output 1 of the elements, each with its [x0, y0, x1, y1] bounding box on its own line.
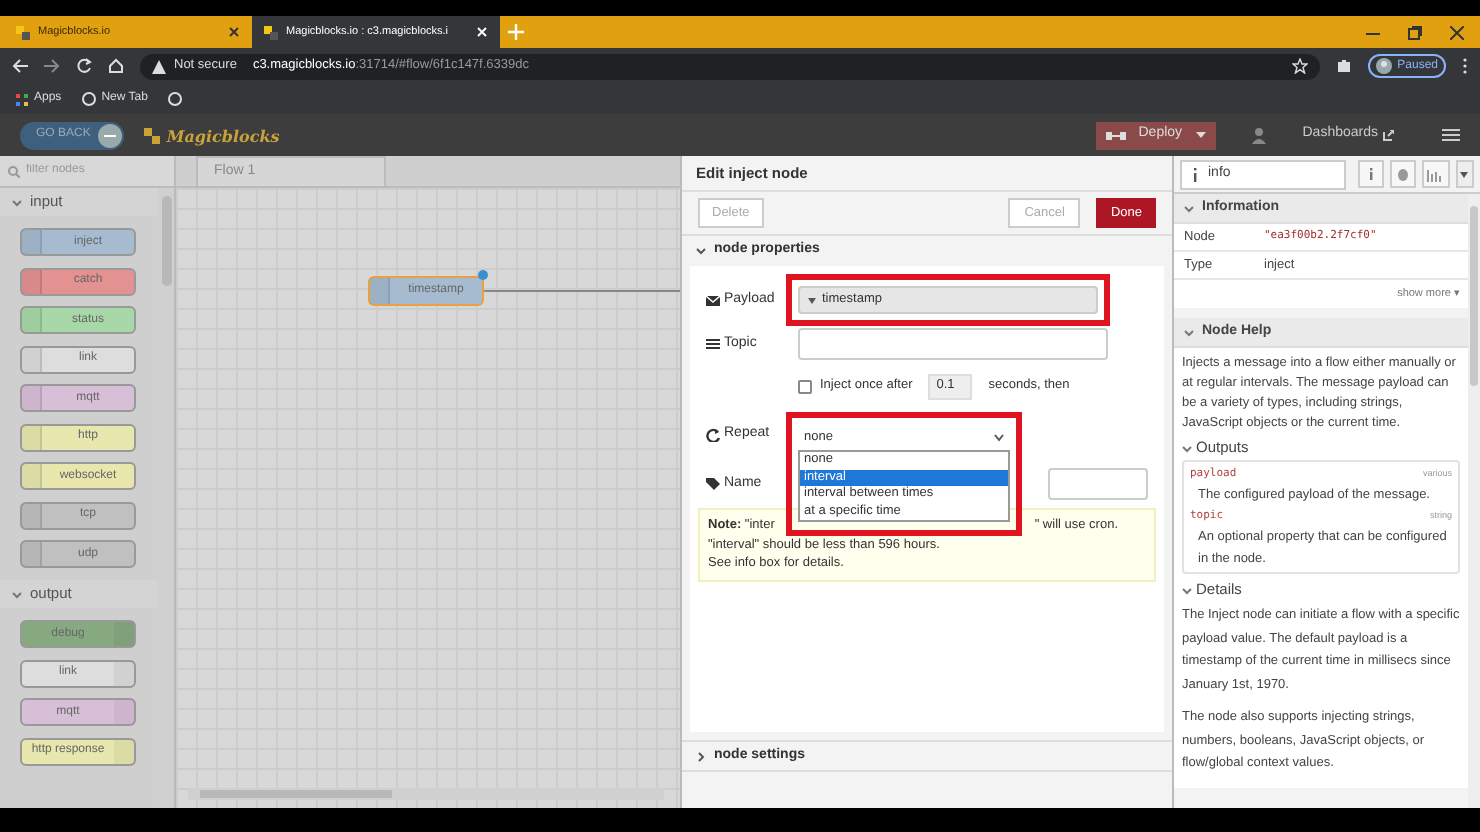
- logo-text: Magicblocks: [166, 123, 280, 147]
